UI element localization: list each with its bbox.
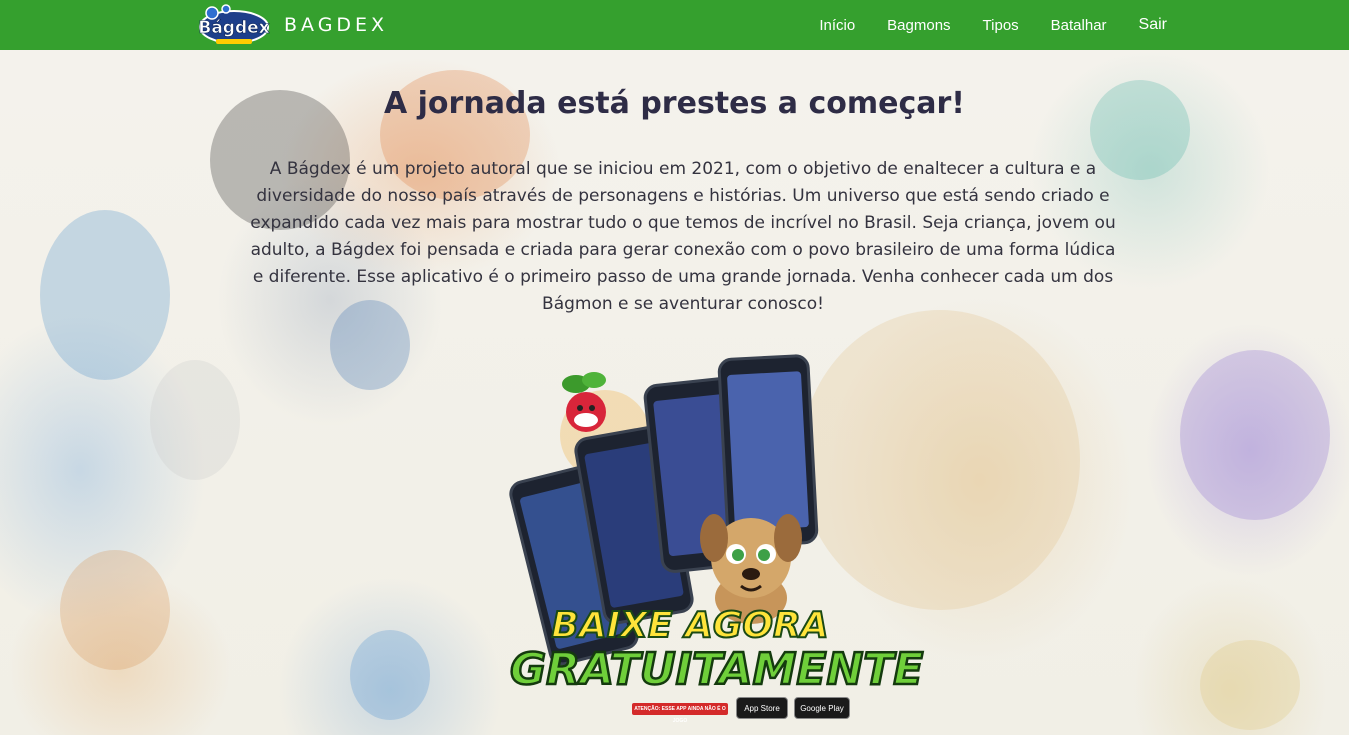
nav-link-batalhar[interactable]: Batalhar [1051,17,1107,34]
nav-link-tipos[interactable]: Tipos [983,17,1019,34]
app-download-banner[interactable]: BAIXE AGORA GRATUITAMENTE ATENÇÃO: ESSE … [506,350,925,724]
brand[interactable]: Bágdex BAGDEX [198,3,388,47]
warning-badge: ATENÇÃO: ESSE APP AINDA NÃO É O JOGO [632,703,728,724]
radish-character-icon [556,368,616,438]
svg-text:Bágdex: Bágdex [198,18,269,38]
navbar: Bágdex BAGDEX Início Bagmons Tipos Batal… [0,0,1349,50]
nav-link-bagmons[interactable]: Bagmons [887,17,950,34]
google-play-button[interactable]: Google Play [794,697,850,719]
nav-link-inicio[interactable]: Início [819,17,855,34]
promo-subheadline: GRATUITAMENTE [509,643,925,697]
nav-menu: Início Bagmons Tipos Batalhar Sair [787,0,1167,50]
intro-paragraph: A Bágdex é um projeto autoral que se ini… [250,159,1116,314]
page-title: A jornada está prestes a começar! [383,86,965,121]
app-store-button[interactable]: App Store [736,697,788,719]
bagdex-logo-icon[interactable]: Bágdex [198,3,270,47]
nav-link-sair[interactable]: Sair [1139,16,1167,34]
promo-headline: BAIXE AGORA [550,604,829,647]
brand-name[interactable]: BAGDEX [284,14,388,36]
